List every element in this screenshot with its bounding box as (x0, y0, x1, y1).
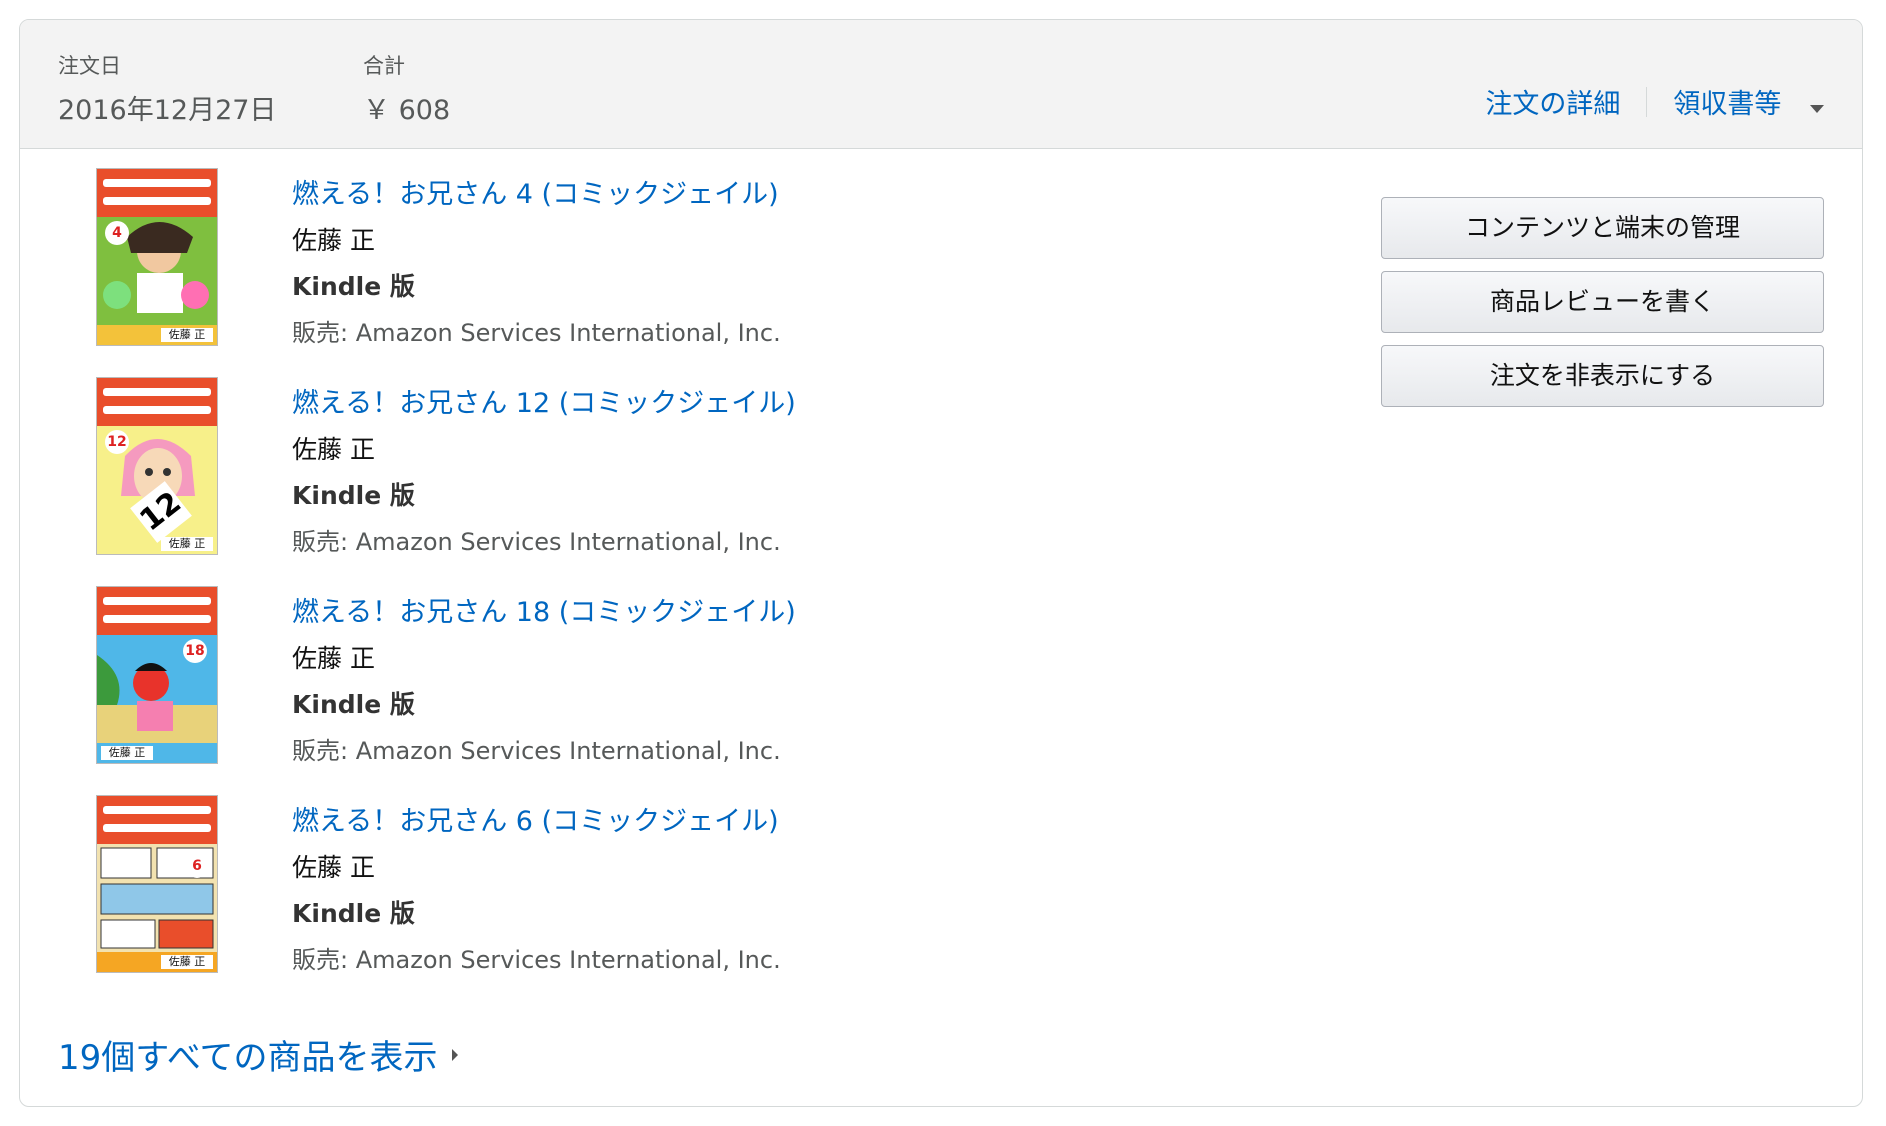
item-seller: 販売: Amazon Services International, Inc. (292, 946, 781, 974)
order-total-label: 合計 (363, 54, 405, 78)
item-title-link[interactable]: 燃える！お兄さん 18 (コミックジェイル) (292, 590, 796, 629)
show-all-items-link[interactable]: 19個すべての商品を表示 (58, 1030, 458, 1079)
item-format: Kindle 版 (292, 899, 415, 928)
write-review-button[interactable]: 商品レビューを書く (1381, 271, 1824, 333)
item-author: 佐藤 正 (292, 853, 375, 882)
order-actions: コンテンツと端末の管理 商品レビューを書く 注文を非表示にする (1381, 197, 1824, 419)
item-format: Kindle 版 (292, 690, 415, 719)
show-all-label: 19個すべての商品を表示 (58, 1038, 438, 1078)
link-divider (1646, 86, 1648, 117)
order-item: 4 佐藤 正 燃える！お兄さん 4 (コミックジェイル) 佐藤 正 Kindle… (20, 148, 1120, 347)
item-seller: 販売: Amazon Services International, Inc. (292, 737, 781, 765)
book-cover-image[interactable]: 4 佐藤 正 (96, 168, 218, 346)
order-date-label: 注文日 (58, 54, 121, 78)
order-total: 合計 ￥ 608 (363, 50, 450, 127)
item-seller: 販売: Amazon Services International, Inc. (292, 528, 781, 556)
cover-title-logo (97, 587, 217, 635)
item-title-link[interactable]: 燃える！お兄さん 4 (コミックジェイル) (292, 172, 781, 211)
chevron-down-icon (1810, 105, 1824, 113)
cover-author: 佐藤 正 (161, 955, 213, 969)
item-info: 燃える！お兄さん 4 (コミックジェイル) 佐藤 正 Kindle 版 販売: … (292, 172, 781, 348)
item-format: Kindle 版 (292, 481, 415, 510)
manage-content-button[interactable]: コンテンツと端末の管理 (1381, 197, 1824, 259)
order-total-value: ￥ 608 (363, 95, 451, 126)
cover-volume-number: 12 (105, 430, 129, 454)
cover-title-logo (97, 796, 217, 844)
order-item: 12 12 佐藤 正 燃える！お兄さん 12 (コミックジェイル) 佐藤 正 K… (20, 357, 1120, 556)
book-cover-image[interactable]: 12 12 佐藤 正 (96, 377, 218, 555)
item-title-link[interactable]: 燃える！お兄さん 12 (コミックジェイル) (292, 381, 796, 420)
cover-volume-number: 4 (105, 221, 129, 245)
cover-title-logo (97, 169, 217, 217)
receipt-dropdown[interactable]: 領収書等 (1673, 82, 1824, 121)
item-info: 燃える！お兄さん 18 (コミックジェイル) 佐藤 正 Kindle 版 販売:… (292, 590, 796, 766)
item-seller: 販売: Amazon Services International, Inc. (292, 319, 781, 347)
hide-order-button[interactable]: 注文を非表示にする (1381, 345, 1824, 407)
item-author: 佐藤 正 (292, 644, 375, 673)
book-cover-image[interactable]: 18 佐藤 正 (96, 586, 218, 764)
order-header: 注文日 2016年12月27日 合計 ￥ 608 注文の詳細 領収書等 (20, 20, 1862, 149)
receipt-link-label: 領収書等 (1673, 89, 1782, 120)
book-cover-image[interactable]: 6 佐藤 正 (96, 795, 218, 973)
order-date-value: 2016年12月27日 (58, 95, 277, 126)
item-author: 佐藤 正 (292, 226, 375, 255)
item-info: 燃える！お兄さん 12 (コミックジェイル) 佐藤 正 Kindle 版 販売:… (292, 381, 796, 557)
cover-title-logo (97, 378, 217, 426)
header-links: 注文の詳細 領収書等 (1485, 82, 1824, 121)
order-card: 注文日 2016年12月27日 合計 ￥ 608 注文の詳細 領収書等 4 佐藤… (19, 19, 1863, 1107)
item-author: 佐藤 正 (292, 435, 375, 464)
chevron-right-icon (451, 1048, 458, 1061)
order-date: 注文日 2016年12月27日 (58, 50, 276, 127)
order-item: 18 佐藤 正 燃える！お兄さん 18 (コミックジェイル) 佐藤 正 Kind… (20, 566, 1120, 765)
item-info: 燃える！お兄さん 6 (コミックジェイル) 佐藤 正 Kindle 版 販売: … (292, 799, 781, 975)
cover-volume-number: 18 (183, 639, 207, 663)
item-format: Kindle 版 (292, 272, 415, 301)
item-title-link[interactable]: 燃える！お兄さん 6 (コミックジェイル) (292, 799, 781, 838)
order-details-link[interactable]: 注文の詳細 (1485, 82, 1620, 121)
cover-author: 佐藤 正 (161, 537, 213, 551)
cover-author: 佐藤 正 (101, 746, 153, 760)
cover-author: 佐藤 正 (161, 328, 213, 342)
cover-volume-number: 6 (185, 854, 209, 878)
order-item: 6 佐藤 正 燃える！お兄さん 6 (コミックジェイル) 佐藤 正 Kindle… (20, 775, 1120, 974)
